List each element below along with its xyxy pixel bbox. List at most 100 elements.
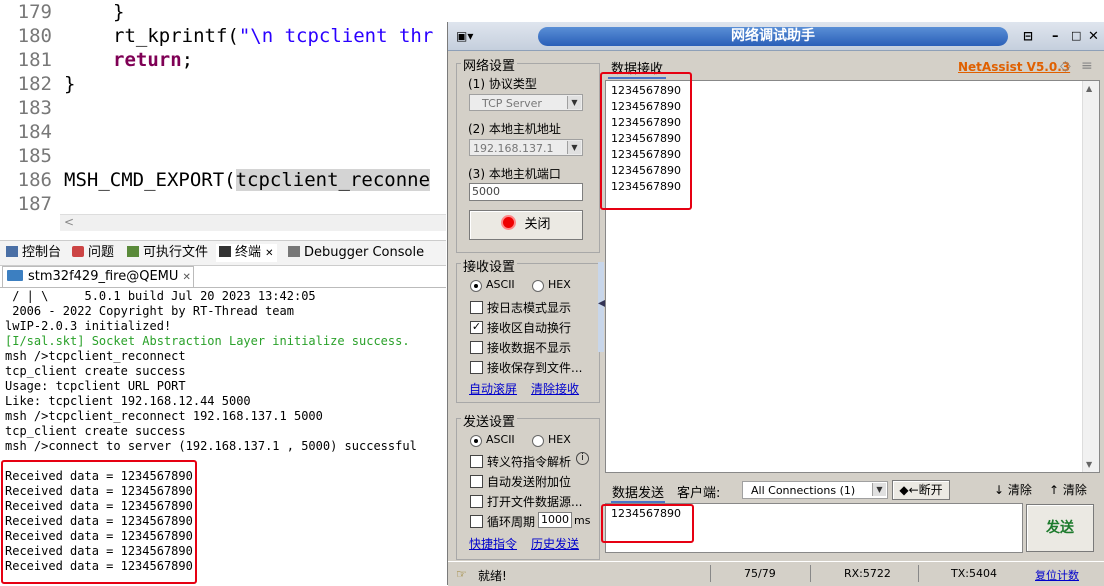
terminal-line: tcp_client create success — [5, 424, 186, 438]
escape-parse-checkbox[interactable] — [470, 455, 483, 468]
recv-auto-wrap-checkbox[interactable]: ✓ — [470, 321, 483, 334]
diamond-icon[interactable]: ◇ — [1060, 58, 1071, 74]
recv-ascii-label: ASCII — [486, 278, 515, 291]
code-editor[interactable]: 179 180 181 182 183 184 185 186 187 } rt… — [0, 0, 446, 232]
send-button[interactable]: 发送 — [1026, 504, 1094, 552]
host-select[interactable]: 192.168.137.1 ▼ — [469, 139, 583, 156]
auto-append-checkbox[interactable] — [470, 475, 483, 488]
menu-icon[interactable]: ≡ — [1081, 58, 1093, 74]
code-fn-call: rt_kprintf( — [113, 25, 239, 47]
problems-icon — [72, 246, 84, 257]
app-menu-icon[interactable]: ▣▾ — [456, 29, 473, 43]
status-separator — [918, 565, 919, 582]
line-number: 179 — [17, 1, 52, 23]
send-option-label: 转义符指令解析 — [487, 455, 572, 469]
recv-hide-checkbox[interactable] — [470, 341, 483, 354]
port-input[interactable]: 5000 — [469, 183, 583, 201]
code-line-186: MSH_CMD_EXPORT(tcpclient_reconne — [64, 169, 431, 191]
brand-link[interactable]: NetAssist V5.0.3 — [958, 60, 1070, 74]
maximize-icon[interactable]: □ — [1071, 29, 1081, 42]
history-link[interactable]: 历史发送 — [531, 535, 579, 552]
line-number: 184 — [17, 121, 52, 143]
shortcut-link[interactable]: 快捷指令 — [469, 535, 517, 552]
send-settings-title: 发送设置 — [461, 411, 518, 430]
scroll-up-icon[interactable]: ▲ — [1086, 84, 1092, 93]
client-label: 客户端: — [677, 486, 721, 501]
reset-count-link[interactable]: 复位计数 — [1035, 567, 1079, 583]
tab-terminal[interactable]: 终端 ✕ — [216, 244, 277, 262]
cycle-checkbox[interactable] — [470, 515, 483, 528]
recv-settings-title: 接收设置 — [461, 256, 518, 275]
send-ascii-label: ASCII — [486, 433, 515, 446]
recv-save-file-checkbox[interactable] — [470, 361, 483, 374]
recv-hex-label: HEX — [548, 278, 571, 291]
horizontal-scrollbar[interactable]: < — [60, 214, 446, 231]
code-line-182: } — [64, 73, 76, 95]
net-settings-title: 网络设置 — [461, 55, 518, 74]
line-number: 183 — [17, 97, 52, 119]
terminal-line: msh />connect to server (192.168.137.1 ,… — [5, 439, 417, 453]
terminal-session-tab[interactable]: stm32f429_fire@QEMU ✕ — [2, 266, 194, 287]
send-hex-radio[interactable] — [532, 435, 544, 447]
tab-send[interactable]: 数据发送 — [611, 482, 666, 503]
debugger-icon — [288, 246, 300, 257]
clear-all-button[interactable]: ↑ 清除 — [1049, 481, 1087, 498]
status-icon: ☞ — [456, 567, 467, 581]
highlight-box — [1, 460, 197, 584]
terminal-line: msh />tcpclient_reconnect — [5, 349, 186, 363]
info-icon[interactable]: i — [576, 452, 589, 465]
clear-recv-link[interactable]: 清除接收 — [531, 380, 579, 397]
title-bar[interactable]: ▣▾ 网络调试助手 ⊟ – □ ✕ — [448, 22, 1104, 51]
code-line-180: rt_kprintf("\n tcpclient thr — [113, 25, 433, 47]
line-number: 187 — [17, 193, 52, 215]
close-connection-button[interactable]: 关闭 — [469, 210, 583, 240]
line-number: 186 — [17, 169, 52, 191]
window-title: 网络调试助手 — [731, 28, 815, 44]
send-option-label: 打开文件数据源... — [487, 495, 583, 509]
recv-log-mode-checkbox[interactable] — [470, 301, 483, 314]
status-text: 就绪! — [478, 569, 507, 583]
chevron-down-icon[interactable]: ▼ — [567, 141, 581, 154]
tab-console[interactable]: 控制台 — [6, 244, 61, 262]
close-icon[interactable]: ✕ — [265, 248, 273, 259]
console-icon — [6, 246, 18, 257]
tab-debugger-console[interactable]: Debugger Console — [288, 244, 424, 262]
pin-icon[interactable]: ⊟ — [1023, 29, 1033, 43]
send-ascii-radio[interactable] — [470, 435, 482, 447]
recv-hex-radio[interactable] — [532, 280, 544, 292]
view-tab-strip: 控制台 问题 可执行文件 终端 ✕ Debugger Console — [0, 240, 446, 266]
code-highlight: tcpclient_reconne — [235, 169, 431, 191]
tab-executables[interactable]: 可执行文件 — [127, 244, 208, 262]
send-option-label: 自动发送附加位 — [487, 475, 572, 489]
protocol-select[interactable]: TCP Server ▼ — [469, 94, 583, 111]
vertical-scrollbar[interactable]: ▲ ▼ — [1082, 81, 1099, 472]
status-dot-icon — [501, 215, 517, 230]
netassist-window: ▣▾ 网络调试助手 ⊟ – □ ✕ 网络设置 (1) 协议类型 TCP Serv… — [447, 22, 1104, 586]
code-string: "\n tcpclient thr — [238, 25, 434, 47]
scroll-left-icon[interactable]: < — [64, 215, 74, 229]
chevron-down-icon[interactable]: ▼ — [872, 483, 886, 496]
minimize-icon[interactable]: – — [1052, 29, 1059, 44]
clear-send-button[interactable]: ↓ 清除 — [994, 481, 1032, 498]
recv-option-label: 按日志模式显示 — [487, 301, 572, 315]
status-tx: TX:5404 — [951, 567, 997, 580]
code-line-181: return; — [113, 49, 193, 71]
host-label: (2) 本地主机地址 — [468, 122, 561, 136]
client-select[interactable]: All Connections (1) ▼ — [742, 481, 888, 499]
disconnect-button[interactable]: ◆←断开 — [892, 480, 950, 500]
terminal-line: Like: tcpclient 192.168.12.44 5000 — [5, 394, 251, 408]
code-semicolon: ; — [181, 49, 194, 71]
cycle-period-input[interactable]: 1000 — [538, 512, 572, 528]
chevron-down-icon[interactable]: ▼ — [567, 96, 581, 109]
tab-problems[interactable]: 问题 — [72, 244, 114, 262]
monitor-icon — [7, 270, 23, 281]
close-icon[interactable]: ✕ — [1088, 29, 1099, 44]
close-icon[interactable]: ✕ — [183, 272, 191, 283]
recv-option-label: 接收区自动换行 — [487, 321, 572, 335]
file-source-checkbox[interactable] — [470, 495, 483, 508]
scroll-down-icon[interactable]: ▼ — [1086, 460, 1092, 469]
port-label: (3) 本地主机端口 — [468, 167, 561, 181]
recv-ascii-radio[interactable] — [470, 280, 482, 292]
auto-scroll-link[interactable]: 自动滚屏 — [469, 380, 517, 397]
highlight-box — [601, 504, 694, 543]
